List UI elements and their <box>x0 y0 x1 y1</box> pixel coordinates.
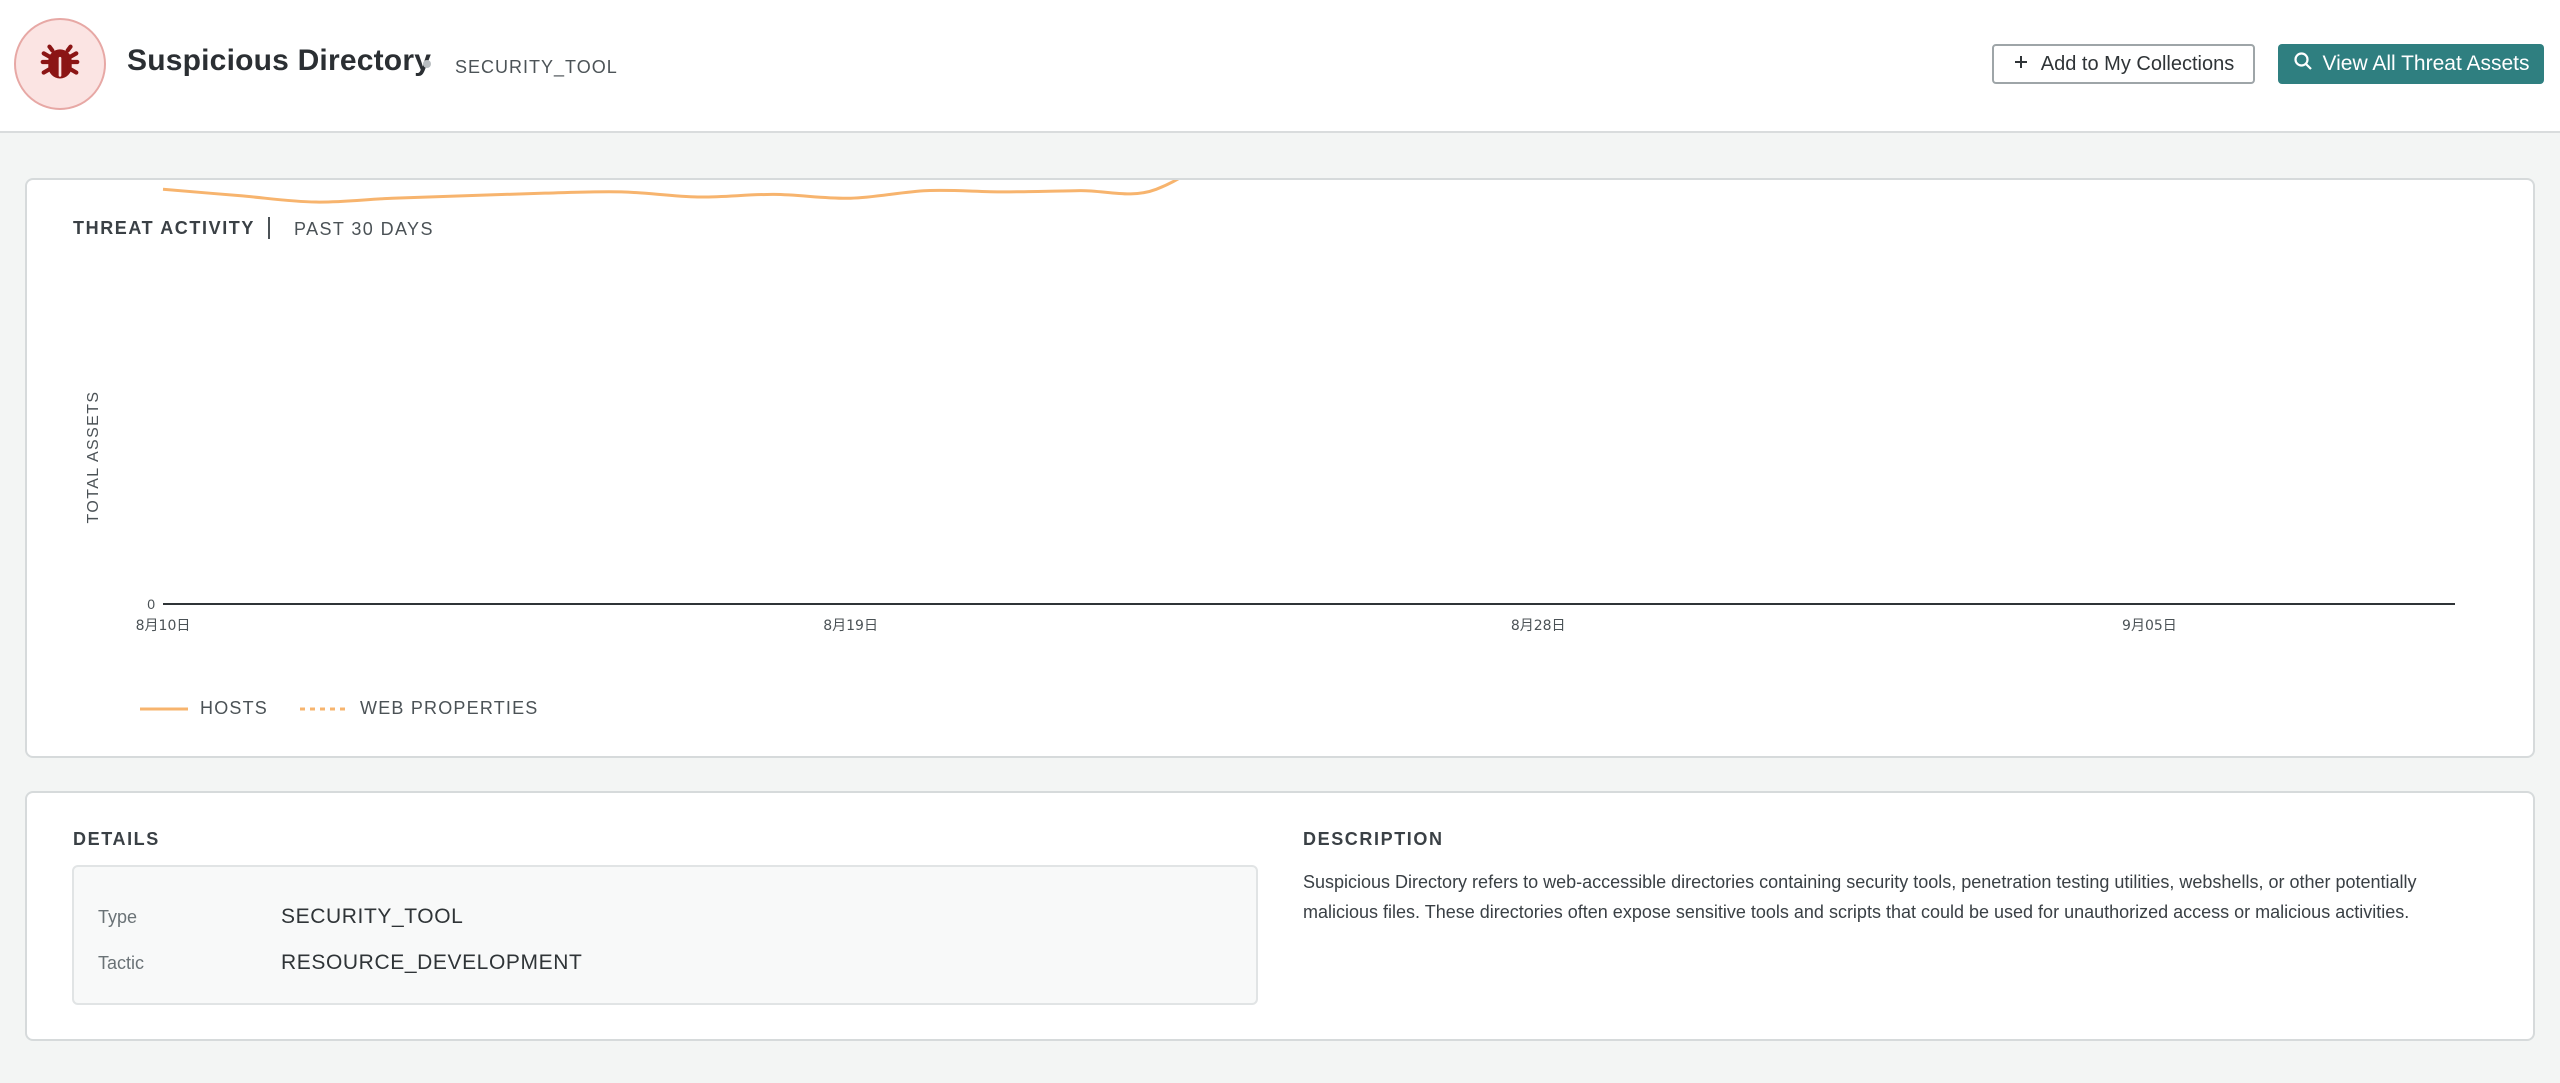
category-label: SECURITY_TOOL <box>455 57 618 77</box>
plus-icon <box>2013 53 2029 76</box>
bug-icon <box>37 39 83 90</box>
x-tick-label: 9月05日 <box>2122 618 2177 634</box>
description-text: Suspicious Directory refers to web-acces… <box>1303 872 2417 922</box>
series-line-hosts <box>162 180 1180 204</box>
legend-dashed-swatch <box>300 707 349 710</box>
x-tick-label: 8月10日 <box>136 618 191 634</box>
details-table: Type SECURITY_TOOL Tactic RESOURCE_DEVEL… <box>72 865 1258 1005</box>
description-title: DESCRIPTION <box>1303 829 1444 849</box>
y-tick-label: 0 <box>147 596 155 612</box>
chart-legend: HOSTS WEB PROPERTIES <box>140 698 539 719</box>
threat-activity-chart: 05000100008月10日8月19日8月28日9月05日TOTAL ASSE… <box>85 180 2455 634</box>
title-separator-dot <box>423 60 431 68</box>
legend-item-web-properties[interactable]: WEB PROPERTIES <box>300 698 539 719</box>
y-axis-label: TOTAL ASSETS <box>85 391 102 524</box>
page-header: Suspicious Directory SECURITY_TOOL Add t… <box>0 0 2560 133</box>
legend-label-web-properties: WEB PROPERTIES <box>360 698 539 718</box>
add-to-collections-button[interactable]: Add to My Collections <box>1992 44 2255 84</box>
search-icon <box>2293 51 2313 77</box>
details-title: DETAILS <box>73 829 160 849</box>
legend-solid-swatch <box>140 707 188 710</box>
add-to-collections-label: Add to My Collections <box>2040 52 2235 75</box>
detail-label-tactic: Tactic <box>98 953 145 973</box>
detail-value-type: SECURITY_TOOL <box>281 905 464 928</box>
page-title: Suspicious Directory <box>127 44 432 77</box>
x-tick-label: 8月19日 <box>823 618 878 634</box>
view-all-threat-assets-label: View All Threat Assets <box>2322 52 2530 75</box>
avatar <box>14 18 106 110</box>
legend-item-hosts[interactable]: HOSTS <box>140 698 268 719</box>
threat-activity-card: THREAT ACTIVITY PAST 30 DAYS 05000100008… <box>25 178 2535 758</box>
view-all-threat-assets-button[interactable]: View All Threat Assets <box>2278 44 2544 84</box>
legend-label-hosts: HOSTS <box>200 698 269 718</box>
x-tick-label: 8月28日 <box>1511 618 1566 634</box>
detail-value-tactic: RESOURCE_DEVELOPMENT <box>281 951 583 974</box>
details-card: DETAILS Type SECURITY_TOOL Tactic RESOUR… <box>25 791 2535 1041</box>
detail-label-type: Type <box>98 907 138 927</box>
